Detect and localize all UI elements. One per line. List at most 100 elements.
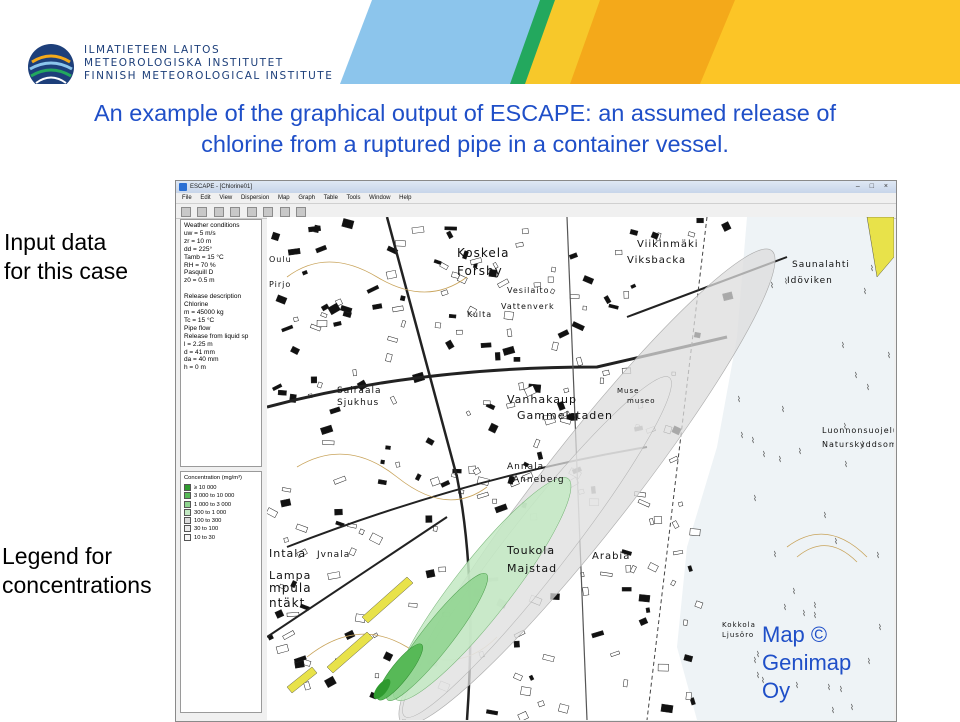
- map-place-name: Vesilaito: [507, 286, 550, 295]
- weather-line: Pipe flow: [184, 324, 211, 332]
- map-place-name: Toukola: [506, 544, 555, 557]
- weather-line: Pasquill D: [184, 269, 214, 277]
- open-file-icon[interactable]: [197, 207, 208, 217]
- svg-text:⌇: ⌇: [778, 455, 782, 464]
- svg-text:⌇: ⌇: [802, 609, 806, 618]
- map-place-name: Sjukhus: [337, 398, 379, 408]
- save-icon[interactable]: [213, 207, 224, 217]
- map-place-name: Naturskyddsomr: [822, 440, 894, 449]
- svg-text:⌇: ⌇: [844, 460, 848, 469]
- weather-line: d = 41 mm: [184, 348, 215, 356]
- svg-text:⌇: ⌇: [870, 264, 874, 273]
- slide-title: An example of the graphical output of ES…: [0, 98, 930, 160]
- svg-text:⌇: ⌇: [773, 550, 777, 559]
- svg-text:⌇: ⌇: [762, 450, 766, 459]
- print-icon[interactable]: [296, 207, 307, 217]
- title-line-2: chlorine from a ruptured pipe in a conta…: [201, 131, 729, 157]
- map-place-name: Koskela: [457, 246, 509, 260]
- svg-text:⌇: ⌇: [876, 551, 880, 560]
- legend-range: 100 to 300: [194, 518, 222, 525]
- weather-line: da = 40 mm: [184, 356, 219, 364]
- svg-text:⌇: ⌇: [740, 431, 744, 440]
- map-place-name: Oulu: [269, 255, 292, 264]
- logo-line-1: ILMATIETEEN LAITOS: [84, 44, 221, 56]
- map-place-name: Jvnala: [316, 550, 350, 560]
- menu-graph[interactable]: Graph: [298, 195, 315, 201]
- menu-table[interactable]: Table: [324, 195, 338, 201]
- svg-text:⌇: ⌇: [823, 511, 827, 520]
- menu-file[interactable]: File: [182, 195, 192, 201]
- svg-text:⌇: ⌇: [813, 601, 817, 610]
- app-icon: [179, 183, 187, 191]
- legend-swatch: [184, 492, 191, 500]
- menu-map[interactable]: Map: [278, 195, 290, 201]
- header-banner: ILMATIETEEN LAITOS METEOROLOGISKA INSTIT…: [0, 0, 960, 84]
- menu-tools[interactable]: Tools: [346, 195, 360, 201]
- weather-line: l = 2.25 m: [184, 340, 213, 348]
- weather-line: RH = 70 %: [184, 261, 216, 269]
- map-place-name: Kulta: [467, 310, 492, 319]
- legend-swatch: [184, 517, 191, 525]
- menu-edit[interactable]: Edit: [200, 195, 210, 201]
- weather-line: h = 0 m: [184, 364, 206, 372]
- fmi-logo-text: ILMATIETEEN LAITOS METEOROLOGISKA INSTIT…: [84, 44, 333, 83]
- map-place-name: Vattenverk: [501, 302, 555, 311]
- map-place-name: mpula: [269, 581, 312, 595]
- svg-text:⌇: ⌇: [887, 351, 891, 360]
- legend-range: 3 000 to 10 000: [194, 493, 235, 500]
- map-place-name: Intala: [269, 547, 306, 560]
- window-controls[interactable]: – □ ×: [856, 182, 892, 192]
- menu-view[interactable]: View: [219, 195, 232, 201]
- logo-line-2: METEOROLOGISKA INSTITUTET: [84, 57, 284, 69]
- legend-swatch: [184, 508, 191, 516]
- svg-text:⌇: ⌇: [831, 706, 835, 715]
- legend-title: Concentration (mg/m³): [184, 475, 242, 481]
- legend-items: ≥ 10 000 3 000 to 10 000 1 000 to 3 000 300…: [184, 484, 261, 542]
- window-title: ESCAPE - [Chlorine01]: [190, 184, 253, 190]
- weather-line: Release description: [184, 293, 242, 301]
- svg-text:⌇: ⌇: [866, 383, 870, 392]
- weather-line: uw = 5 m/s: [184, 229, 216, 237]
- weather-line: dd = 225°: [184, 245, 213, 253]
- svg-text:⌇: ⌇: [783, 603, 787, 612]
- new-file-icon[interactable]: [181, 207, 191, 217]
- weather-line: z0 = 0.5 m: [184, 277, 215, 285]
- svg-text:⌇: ⌇: [863, 287, 867, 296]
- weather-line: Chlorine: [184, 301, 209, 309]
- zoom-in-icon[interactable]: [246, 207, 257, 217]
- map-place-name: Viksbacka: [627, 255, 686, 266]
- map-place-name: ntäkt: [269, 596, 305, 610]
- cursor-icon[interactable]: [230, 207, 241, 217]
- weather-line: [184, 285, 261, 293]
- menu-bar: File Edit View Dispersion Map Graph Tabl…: [176, 193, 896, 204]
- map-place-name: museo: [627, 397, 656, 405]
- map-place-name: Idöviken: [787, 276, 833, 286]
- zoom-out-icon[interactable]: [263, 207, 274, 217]
- legend-label-line-1: Legend for: [2, 543, 112, 569]
- svg-text:⌇: ⌇: [770, 281, 774, 290]
- concentration-legend-panel: Concentration (mg/m³) ≥ 10 000 3 000 to 1…: [180, 471, 262, 713]
- legend-swatch: [184, 484, 191, 492]
- map-place-name: Luonnonsuojelua: [822, 426, 894, 435]
- menu-window[interactable]: Window: [369, 195, 390, 201]
- map-place-name: Majstad: [507, 562, 557, 575]
- svg-text:⌇: ⌇: [781, 405, 785, 414]
- legend-range: 10 to 30: [194, 534, 215, 541]
- legend-item: ≥ 10 000: [184, 484, 261, 492]
- map-place-name: Arabia: [592, 551, 630, 562]
- weather-panel: Weather conditions uw = 5 m/s zr = 10 m dd …: [180, 219, 262, 467]
- map-place-name: Saunalahti: [792, 260, 850, 270]
- fmi-logo-icon: [28, 44, 74, 84]
- svg-text:⌇: ⌇: [751, 436, 755, 445]
- copyright-line-1: Map ©: [762, 622, 828, 647]
- weather-line: zr = 10 m: [184, 237, 212, 245]
- svg-text:⌇: ⌇: [854, 371, 858, 380]
- pan-icon[interactable]: [279, 207, 290, 217]
- svg-text:⌇: ⌇: [834, 537, 838, 546]
- menu-dispersion[interactable]: Dispersion: [241, 195, 269, 201]
- input-data-label: Input data for this case: [4, 228, 128, 286]
- legend-item: 100 to 300: [184, 517, 261, 525]
- legend-item: 10 to 30: [184, 533, 261, 542]
- menu-help[interactable]: Help: [399, 195, 411, 201]
- map-place-name: Sairaala: [337, 386, 381, 396]
